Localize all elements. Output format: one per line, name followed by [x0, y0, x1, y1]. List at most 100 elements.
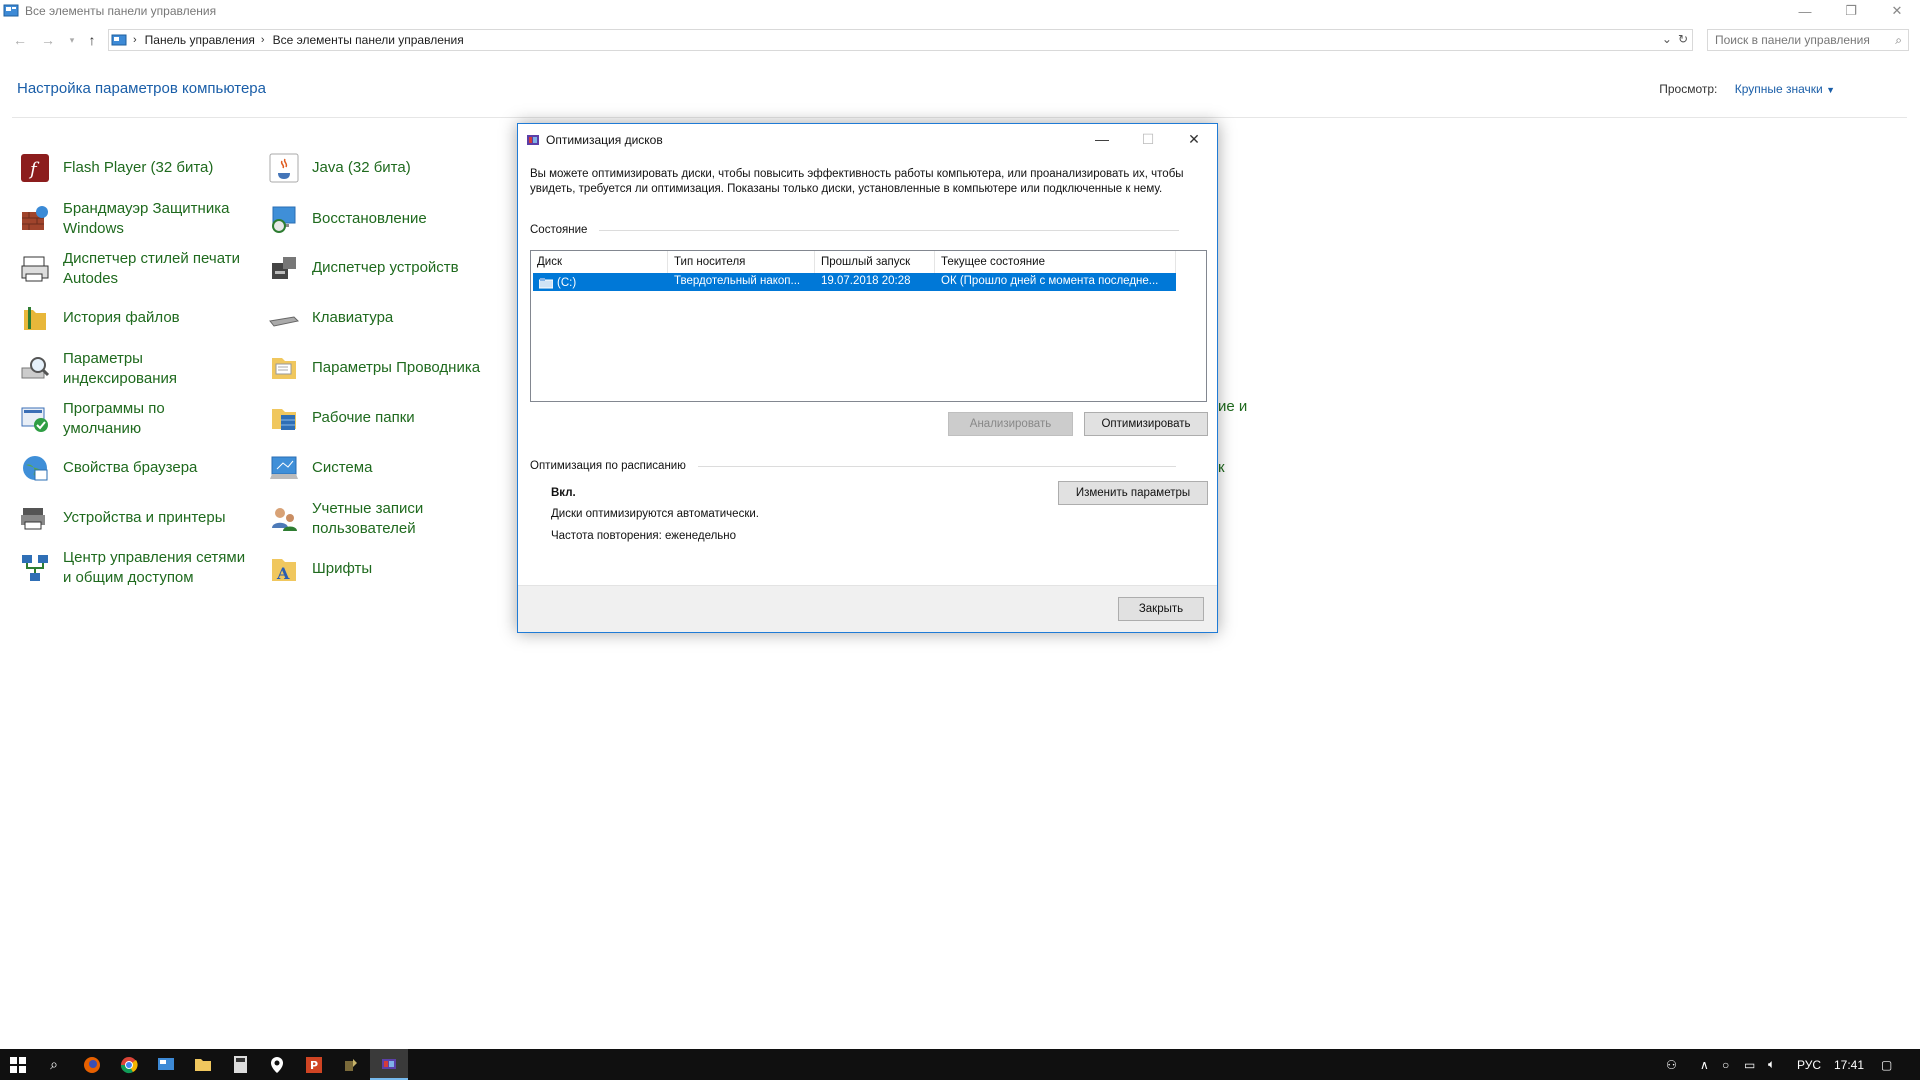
status-circle-icon[interactable]: ○: [1722, 1049, 1729, 1080]
item-label: Устройства и принтеры: [63, 509, 226, 526]
dialog-footer: Закрыть: [518, 585, 1217, 632]
dialog-title: Оптимизация дисков: [546, 132, 663, 147]
dialog-maximize-button: ☐: [1141, 130, 1155, 147]
volume-icon[interactable]: 🔈︎: [1768, 1049, 1775, 1080]
column-header-disk[interactable]: Диск: [531, 251, 668, 273]
firefox-icon[interactable]: [74, 1049, 110, 1080]
svg-text:P: P: [310, 1059, 318, 1072]
search-icon[interactable]: ⌕: [36, 1049, 72, 1080]
chevron-down-icon[interactable]: ⌄: [1662, 32, 1672, 46]
up-button[interactable]: ↑: [82, 31, 102, 49]
back-button[interactable]: ←: [10, 31, 30, 49]
item-indexing-options[interactable]: Параметры индексирования: [19, 349, 244, 389]
view-mode-dropdown[interactable]: Крупные значки: [1735, 82, 1823, 96]
search-placeholder: Поиск в панели управления: [1715, 33, 1870, 47]
schedule-description: Диски оптимизируются автоматически.: [551, 508, 759, 520]
notifications-icon[interactable]: ▢: [1881, 1049, 1892, 1080]
powerpoint-icon[interactable]: P: [296, 1049, 332, 1080]
app-icon[interactable]: [333, 1049, 369, 1080]
calculator-icon[interactable]: [222, 1049, 258, 1080]
maps-icon[interactable]: [259, 1049, 295, 1080]
file-explorer-icon[interactable]: [185, 1049, 221, 1080]
item-label: Восстановление: [312, 210, 427, 227]
item-label: Java (32 бита): [312, 159, 411, 176]
media-type: Твердотельный накоп...: [674, 275, 801, 287]
breadcrumb-control-panel[interactable]: Панель управления: [145, 33, 255, 47]
default-programs-icon: [19, 403, 51, 435]
item-label: Свойства браузера: [63, 459, 198, 476]
people-icon[interactable]: ⚇: [1666, 1049, 1677, 1080]
item-print-style-manager[interactable]: Диспетчер стилей печати Autodes: [19, 249, 254, 289]
item-devices-printers[interactable]: Устройства и принтеры: [19, 502, 225, 534]
work-folders-icon: [268, 402, 300, 434]
item-label: Параметры Проводника: [312, 359, 481, 376]
change-settings-button[interactable]: Изменить параметры: [1058, 481, 1208, 505]
partial-item-label: к: [1218, 459, 1225, 476]
item-java[interactable]: Java (32 бита): [268, 152, 411, 184]
column-header-media-type[interactable]: Тип носителя: [668, 251, 815, 273]
printer-style-icon: [19, 253, 51, 285]
optimize-drives-dialog: Оптимизация дисков — ☐ ✕ Вы можете оптим…: [517, 123, 1218, 633]
windows-icon: [10, 1056, 26, 1073]
search-input[interactable]: Поиск в панели управления ⌕: [1707, 29, 1909, 51]
drives-list[interactable]: Диск Тип носителя Прошлый запуск Текущее…: [530, 250, 1207, 402]
control-panel-taskbar-icon[interactable]: [148, 1049, 184, 1080]
item-label: Flash Player (32 бита): [63, 159, 214, 176]
schedule-state: Вкл.: [551, 487, 576, 499]
item-keyboard[interactable]: Клавиатура: [268, 302, 393, 334]
item-network-center[interactable]: Центр управления сетями и общим доступом: [19, 548, 254, 588]
dialog-close-icon[interactable]: ✕: [1171, 124, 1217, 154]
item-file-history[interactable]: История файлов: [19, 302, 180, 334]
recent-locations-chevron-icon[interactable]: ▾: [62, 31, 82, 49]
item-default-programs[interactable]: Программы по умолчанию: [19, 399, 244, 439]
column-header-current-state[interactable]: Текущее состояние: [935, 251, 1176, 273]
drive-icon: [539, 277, 553, 288]
file-history-icon: [19, 302, 51, 334]
dialog-minimize-button[interactable]: —: [1079, 124, 1125, 154]
address-bar[interactable]: › Панель управления › Все элементы панел…: [108, 29, 1693, 51]
item-browser-properties[interactable]: Свойства браузера: [19, 452, 197, 484]
power-icon[interactable]: ▭: [1744, 1049, 1755, 1080]
view-label: Просмотр:: [1659, 82, 1718, 96]
indexing-icon: [19, 353, 51, 385]
item-label: Шрифты: [312, 560, 373, 577]
minimize-button[interactable]: —: [1782, 0, 1828, 22]
chevron-right-icon: ›: [133, 34, 137, 46]
item-explorer-options[interactable]: Параметры Проводника: [268, 352, 480, 384]
explorer-options-icon: [268, 352, 300, 384]
forward-button[interactable]: →: [38, 31, 58, 49]
refresh-icon[interactable]: ↻: [1678, 32, 1688, 46]
java-icon: [268, 152, 300, 184]
table-row[interactable]: (C:) Твердотельный накоп... 19.07.2018 2…: [533, 273, 1176, 291]
taskbar: ⌕ P ⚇ ∧ ○ ▭ 🔈︎ РУС 17:41 ▢: [0, 1049, 1920, 1080]
close-button[interactable]: ✕: [1874, 0, 1920, 22]
control-panel-icon: [3, 4, 19, 17]
language-indicator[interactable]: РУС: [1797, 1049, 1821, 1080]
column-header-last-run[interactable]: Прошлый запуск: [815, 251, 935, 273]
item-recovery[interactable]: Восстановление: [268, 203, 427, 235]
flash-icon: f: [19, 152, 51, 184]
close-dialog-button[interactable]: Закрыть: [1118, 597, 1204, 621]
optimize-button[interactable]: Оптимизировать: [1084, 412, 1208, 436]
current-state: ОК (Прошло дней с момента последне...: [941, 275, 1159, 287]
recovery-icon: [268, 203, 300, 235]
restore-button[interactable]: ❐: [1828, 0, 1874, 22]
item-user-accounts[interactable]: Учетные записи пользователей: [268, 499, 493, 539]
item-firewall[interactable]: Брандмауэр Защитника Windows: [19, 199, 244, 239]
item-system[interactable]: Система: [268, 452, 372, 484]
divider: [599, 229, 1180, 231]
breadcrumb-all-items[interactable]: Все элементы панели управления: [273, 33, 464, 47]
item-work-folders[interactable]: Рабочие папки: [268, 402, 415, 434]
chevron-down-icon[interactable]: ▼: [1826, 85, 1835, 95]
defrag-taskbar-icon[interactable]: [370, 1049, 408, 1080]
page-title: Настройка параметров компьютера: [17, 80, 266, 97]
start-button[interactable]: [0, 1049, 36, 1080]
clock[interactable]: 17:41: [1834, 1049, 1864, 1080]
item-device-manager[interactable]: Диспетчер устройств: [268, 252, 459, 284]
user-accounts-icon: [268, 503, 300, 535]
chrome-icon[interactable]: [111, 1049, 147, 1080]
item-fonts[interactable]: A Шрифты: [268, 553, 372, 585]
item-label: Брандмауэр Защитника Windows: [63, 200, 230, 237]
chevron-up-icon[interactable]: ∧: [1700, 1049, 1709, 1080]
item-flash-player[interactable]: f Flash Player (32 бита): [19, 152, 213, 184]
